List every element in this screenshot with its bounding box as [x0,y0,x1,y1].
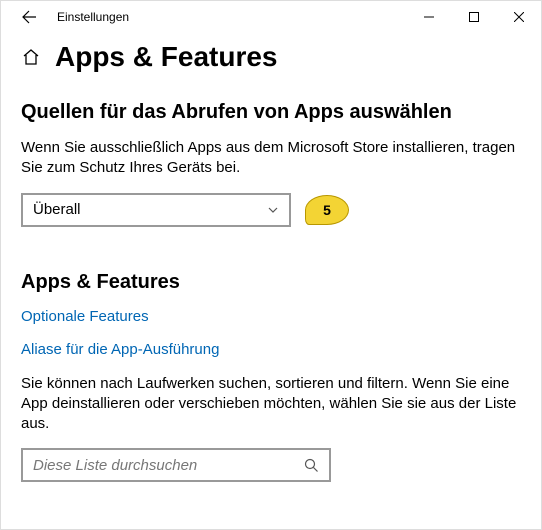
apps-heading: Apps & Features [21,271,521,294]
callout-number: 5 [323,202,331,218]
titlebar: Einstellungen [1,1,541,33]
minimize-button[interactable] [406,2,451,32]
search-input[interactable] [33,457,296,474]
apps-description: Sie können nach Laufwerken suchen, sorti… [21,374,521,435]
chevron-down-icon [267,204,279,216]
app-source-dropdown[interactable]: Überall [21,193,291,227]
window-controls [406,2,541,32]
arrow-left-icon [21,9,37,25]
page-header: Apps & Features [21,41,521,73]
app-search-box[interactable] [21,448,331,482]
page-title: Apps & Features [55,41,278,73]
maximize-icon [469,12,479,22]
search-icon [304,458,319,473]
dropdown-value: Überall [33,201,81,218]
app-aliases-link[interactable]: Aliase für die App-Ausführung [21,341,521,358]
annotation-callout: 5 [305,195,349,225]
content-area: Apps & Features Quellen für das Abrufen … [1,33,541,502]
source-description: Wenn Sie ausschließlich Apps aus dem Mic… [21,138,521,179]
close-icon [514,12,524,22]
source-heading: Quellen für das Abrufen von Apps auswähl… [21,101,521,124]
back-button[interactable] [9,1,49,33]
close-button[interactable] [496,2,541,32]
minimize-icon [424,12,434,22]
window-title: Einstellungen [49,10,129,24]
dropdown-row: Überall 5 [21,193,521,227]
home-icon[interactable] [21,47,41,67]
optional-features-link[interactable]: Optionale Features [21,308,521,325]
maximize-button[interactable] [451,2,496,32]
